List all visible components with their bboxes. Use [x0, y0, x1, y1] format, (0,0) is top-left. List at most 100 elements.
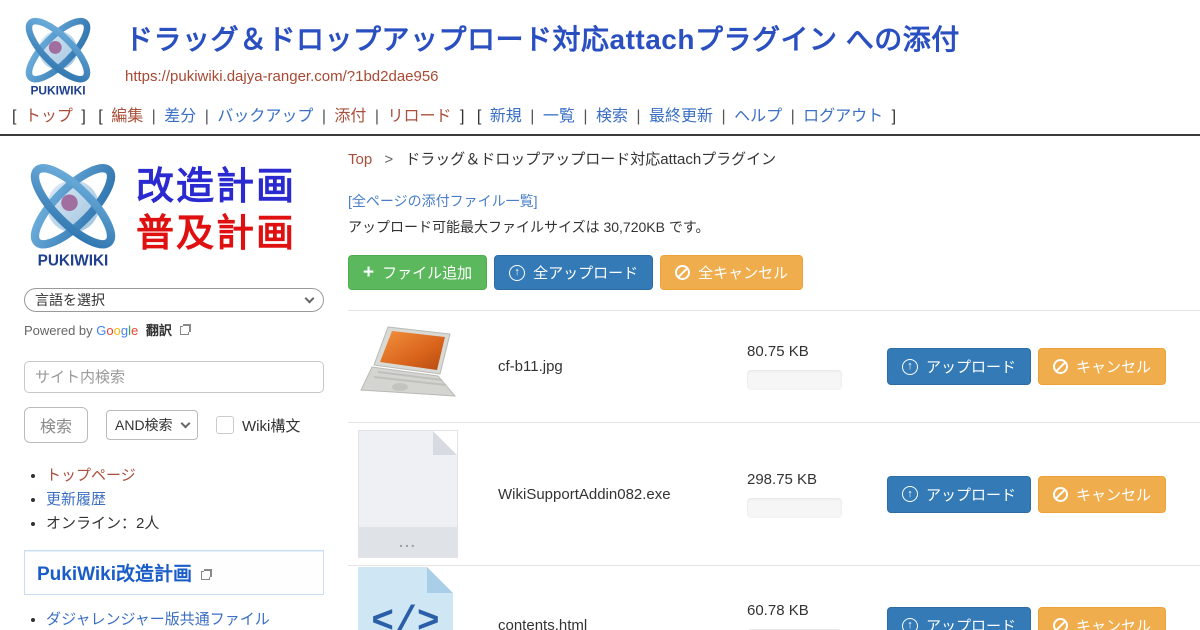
logo-line-fukyu: 普及計画	[136, 211, 296, 259]
page-fold	[427, 567, 453, 593]
upload-button[interactable]: ↑ アップロード	[887, 476, 1031, 513]
all-attachments-link[interactable]: [全ページの添付ファイル一覧]	[348, 191, 1200, 211]
wiki-syntax-checkbox[interactable]	[216, 416, 234, 434]
translate-link[interactable]: 翻訳	[146, 323, 172, 338]
ban-icon	[1053, 618, 1068, 630]
upload-icon: ↑	[509, 265, 525, 281]
ban-icon	[675, 265, 690, 280]
sidebar-item-common-files[interactable]: ダジャレンジャー版共通ファイル	[46, 611, 270, 628]
upload-label: アップロード	[926, 484, 1016, 505]
file-icon-dots: ...	[359, 527, 457, 557]
cancel-button[interactable]: キャンセル	[1038, 476, 1166, 513]
bracket: [	[477, 108, 481, 125]
sidebar-logo[interactable]: PUKIWIKI 改造計画 普及計画	[14, 152, 324, 270]
nav-item-diff[interactable]: 差分	[164, 108, 196, 125]
upload-button[interactable]: ↑ アップロード	[887, 348, 1031, 385]
external-link-icon	[180, 326, 189, 335]
nav-item-recent[interactable]: 最終更新	[649, 108, 713, 125]
add-file-button[interactable]: + ファイル追加	[348, 255, 487, 290]
page-title: ドラッグ＆ドロップアップロード対応attachプラグイン への添付	[125, 18, 960, 58]
file-list: cf-b11.jpg 80.75 KB ↑ アップロード キャンセル	[348, 310, 1200, 630]
separator: |	[375, 108, 379, 125]
table-row: cf-b11.jpg 80.75 KB ↑ アップロード キャンセル	[348, 310, 1200, 422]
nav-item-edit[interactable]: 編集	[111, 108, 143, 125]
bracket: [	[98, 108, 102, 125]
sidebar-item-history[interactable]: 更新履歴	[46, 491, 106, 508]
search-button[interactable]: 検索	[24, 407, 88, 443]
breadcrumb: Top > ドラッグ＆ドロップアップロード対応attachプラグイン	[348, 148, 1200, 169]
upload-icon: ↑	[902, 486, 918, 502]
html-file-icon: </>	[358, 567, 453, 630]
main-content: Top > ドラッグ＆ドロップアップロード対応attachプラグイン [全ページ…	[332, 136, 1200, 630]
nav-item-search[interactable]: 検索	[596, 108, 628, 125]
separator: |	[322, 108, 326, 125]
nav-item-attach[interactable]: 添付	[334, 108, 366, 125]
upload-all-label: 全アップロード	[533, 262, 638, 283]
upload-all-button[interactable]: ↑ 全アップロード	[494, 255, 653, 290]
file-size: 60.78 KB	[747, 602, 875, 619]
upload-button[interactable]: ↑ アップロード	[887, 607, 1031, 630]
sidebar-heading-label: PukiWiki改造計画	[37, 564, 192, 585]
sidebar-heading[interactable]: PukiWiki改造計画	[24, 550, 324, 595]
upload-label: アップロード	[926, 356, 1016, 377]
nav-item-top[interactable]: トップ	[25, 108, 73, 125]
search-mode-select[interactable]: AND検索	[106, 410, 198, 440]
bracket: ]	[460, 108, 464, 125]
file-size: 298.75 KB	[747, 471, 875, 488]
max-upload-size-text: アップロード可能最大ファイルサイズは 30,720KB です。	[348, 217, 1200, 237]
add-file-label: ファイル追加	[382, 262, 472, 283]
sidebar-logo-text: 改造計画 普及計画	[136, 164, 296, 259]
nav-item-list[interactable]: 一覧	[543, 108, 575, 125]
nav-item-logout[interactable]: ログアウト	[803, 108, 883, 125]
cancel-all-label: 全キャンセル	[698, 262, 788, 283]
breadcrumb-home[interactable]: Top	[348, 151, 372, 168]
chevron-down-icon	[181, 418, 191, 428]
pukiwiki-logo-icon[interactable]: PUKIWIKI	[12, 6, 104, 98]
cancel-button[interactable]: キャンセル	[1038, 348, 1166, 385]
list-item: 更新履歴	[46, 489, 324, 511]
cancel-label: キャンセル	[1076, 356, 1151, 377]
sidebar-quick-links: トップページ 更新履歴 オンライン：2人	[46, 465, 324, 534]
sidebar-item-online: オンライン：2人	[46, 515, 159, 532]
file-name: WikiSupportAddin082.exe	[470, 486, 747, 503]
separator: |	[583, 108, 587, 125]
separator: |	[205, 108, 209, 125]
header: PUKIWIKI ドラッグ＆ドロップアップロード対応attachプラグイン への…	[0, 0, 1200, 96]
top-navbar: [ トップ ] [ 編集 | 差分 | バックアップ | 添付 | リロード ]…	[0, 96, 1200, 136]
generic-file-icon: ...	[358, 430, 458, 558]
cancel-button[interactable]: キャンセル	[1038, 607, 1166, 630]
language-select-value: 言語を選択	[35, 290, 105, 310]
chevron-down-icon	[305, 293, 315, 303]
upload-progress-bar	[747, 370, 842, 390]
nav-item-backup[interactable]: バックアップ	[217, 108, 313, 125]
cancel-all-button[interactable]: 全キャンセル	[660, 255, 803, 290]
nav-item-help[interactable]: ヘルプ	[734, 108, 782, 125]
wiki-syntax-label: Wiki構文	[242, 415, 300, 436]
external-link-icon	[201, 571, 210, 580]
page-fold	[433, 431, 457, 455]
list-item: オンライン：2人	[46, 513, 324, 535]
bracket: ]	[81, 108, 85, 125]
breadcrumb-current: ドラッグ＆ドロップアップロード対応attachプラグイン	[405, 151, 776, 168]
nav-item-reload[interactable]: リロード	[388, 108, 452, 125]
language-select[interactable]: 言語を選択	[24, 288, 324, 312]
site-search-input[interactable]	[24, 361, 324, 393]
upload-progress-bar	[747, 498, 842, 518]
google-logo: Google	[96, 323, 142, 338]
page-url[interactable]: https://pukiwiki.dajya-ranger.com/?1bd2d…	[125, 68, 960, 85]
sidebar-item-toppage[interactable]: トップページ	[46, 467, 136, 484]
ban-icon	[1053, 359, 1068, 374]
upload-icon: ↑	[902, 359, 918, 375]
separator: |	[530, 108, 534, 125]
table-row: ... WikiSupportAddin082.exe 298.75 KB ↑ …	[348, 422, 1200, 565]
search-mode-value: AND検索	[115, 415, 173, 435]
list-item: ダジャレンジャー版共通ファイル	[46, 609, 324, 630]
logo-wordmark: PUKIWIKI	[38, 252, 109, 269]
cancel-label: キャンセル	[1076, 615, 1151, 630]
nav-item-new[interactable]: 新規	[490, 108, 522, 125]
separator: |	[636, 108, 640, 125]
table-row: </> contents.html 60.78 KB ↑ アップロード キャンセ…	[348, 565, 1200, 630]
code-icon: </>	[358, 601, 453, 630]
bracket: [	[12, 108, 16, 125]
file-name: contents.html	[470, 617, 747, 630]
